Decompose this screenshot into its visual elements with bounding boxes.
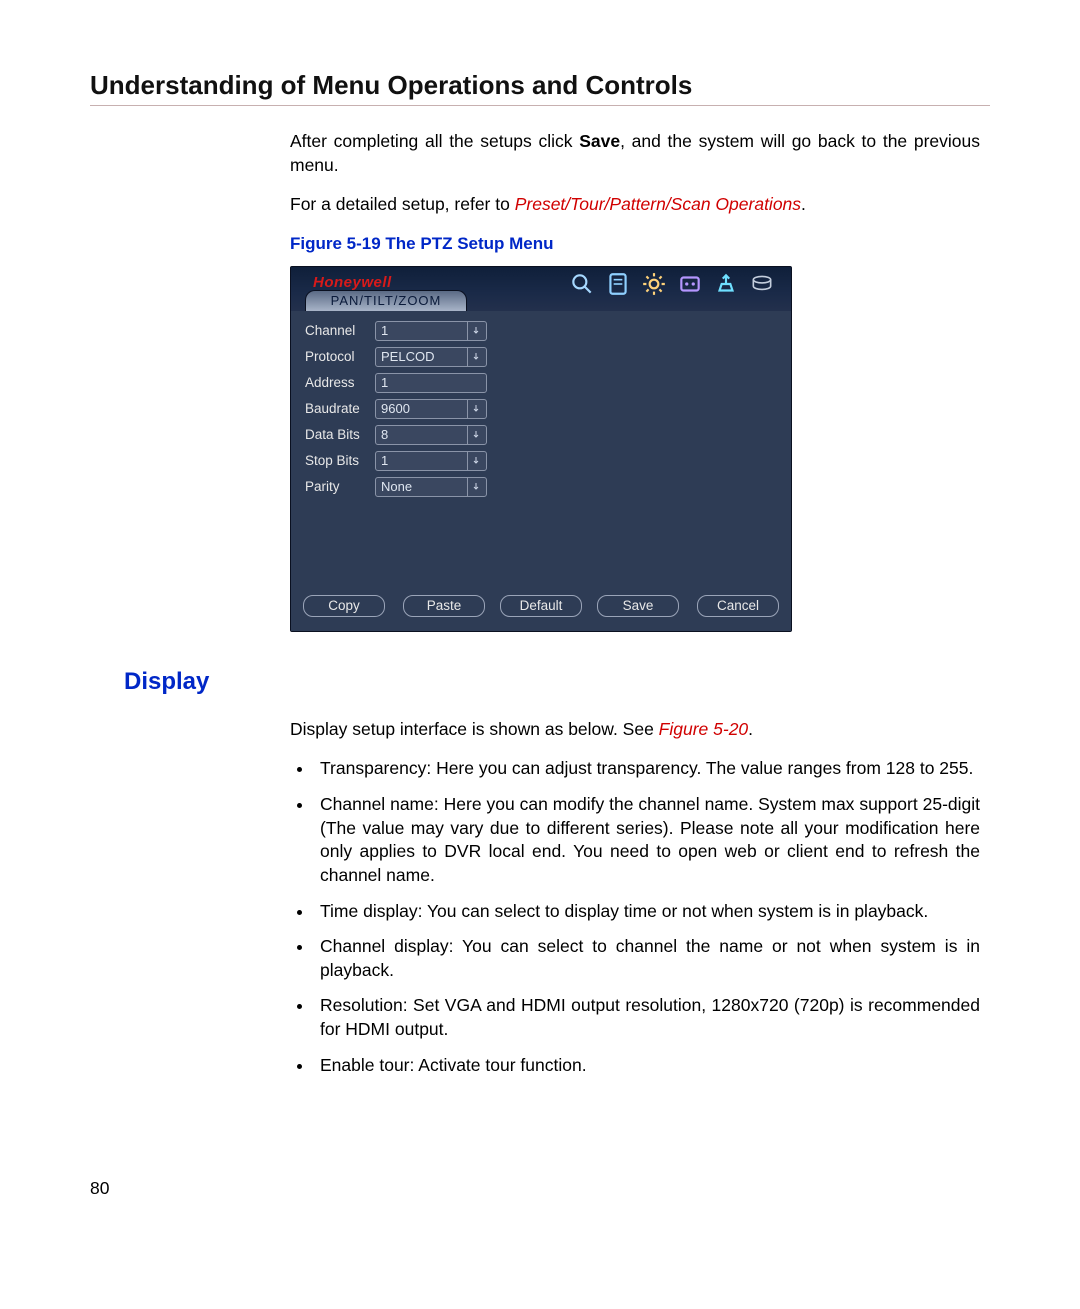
address-input[interactable]: 1 <box>375 373 487 393</box>
protocol-dropdown[interactable]: PELCOD <box>375 347 487 367</box>
baudrate-label: Baudrate <box>305 400 375 418</box>
chevron-down-icon[interactable] <box>467 348 486 366</box>
setting-icon[interactable] <box>639 269 669 299</box>
default-button[interactable]: Default <box>500 595 582 617</box>
search-icon[interactable] <box>567 269 597 299</box>
channel-dropdown[interactable]: 1 <box>375 321 487 341</box>
figure-caption: Figure 5-19 The PTZ Setup Menu <box>290 233 980 256</box>
parity-value: None <box>376 478 467 496</box>
chevron-down-icon[interactable] <box>467 452 486 470</box>
baudrate-dropdown[interactable]: 9600 <box>375 399 487 419</box>
databits-dropdown[interactable]: 8 <box>375 425 487 445</box>
chevron-down-icon[interactable] <box>467 400 486 418</box>
ptz-setup-menu: Honeywell PAN/TILT/ZOOM Channel 1 <box>290 266 792 632</box>
dvr-header: Honeywell PAN/TILT/ZOOM <box>291 267 791 311</box>
list-item: Channel display: You can select to chann… <box>314 935 980 982</box>
stopbits-value: 1 <box>376 452 467 470</box>
display-bullet-list: Transparency: Here you can adjust transp… <box>314 757 980 1077</box>
dvr-footer: Copy Paste Default Save Cancel <box>291 589 791 631</box>
address-label: Address <box>305 374 375 392</box>
info-icon[interactable] <box>603 269 633 299</box>
text: . <box>801 194 806 214</box>
stopbits-label: Stop Bits <box>305 452 375 470</box>
advanced-icon[interactable] <box>675 269 705 299</box>
display-intro: Display setup interface is shown as belo… <box>290 718 980 742</box>
page-title: Understanding of Menu Operations and Con… <box>90 70 990 106</box>
header-icon-row <box>567 269 777 299</box>
chevron-down-icon[interactable] <box>467 322 486 340</box>
chevron-down-icon[interactable] <box>467 478 486 496</box>
copy-button[interactable]: Copy <box>303 595 385 617</box>
text: After completing all the setups click <box>290 131 579 151</box>
list-item: Enable tour: Activate tour function. <box>314 1054 980 1078</box>
dvr-body: Channel 1 Protocol PELCOD Address <box>291 311 791 589</box>
shutdown-icon[interactable] <box>747 269 777 299</box>
baudrate-value: 9600 <box>376 400 467 418</box>
list-item: Time display: You can select to display … <box>314 900 980 924</box>
databits-value: 8 <box>376 426 467 444</box>
chevron-down-icon[interactable] <box>467 426 486 444</box>
text: Display setup interface is shown as belo… <box>290 719 659 739</box>
list-item: Transparency: Here you can adjust transp… <box>314 757 980 781</box>
intro-paragraph-1: After completing all the setups click Sa… <box>290 130 980 177</box>
preset-link: Preset/Tour/Pattern/Scan Operations <box>515 194 801 214</box>
figure-ref: Figure 5-20 <box>659 719 749 739</box>
cancel-button[interactable]: Cancel <box>697 595 779 617</box>
intro-paragraph-2: For a detailed setup, refer to Preset/To… <box>290 193 980 217</box>
paste-button[interactable]: Paste <box>403 595 485 617</box>
text: For a detailed setup, refer to <box>290 194 515 214</box>
stopbits-dropdown[interactable]: 1 <box>375 451 487 471</box>
page-number: 80 <box>90 1178 109 1199</box>
save-word: Save <box>579 131 620 151</box>
protocol-label: Protocol <box>305 348 375 366</box>
parity-dropdown[interactable]: None <box>375 477 487 497</box>
address-value: 1 <box>376 374 486 392</box>
parity-label: Parity <box>305 478 375 496</box>
channel-label: Channel <box>305 322 375 340</box>
save-button[interactable]: Save <box>597 595 679 617</box>
list-item: Resolution: Set VGA and HDMI output reso… <box>314 994 980 1041</box>
backup-icon[interactable] <box>711 269 741 299</box>
channel-value: 1 <box>376 322 467 340</box>
protocol-value: PELCOD <box>376 348 467 366</box>
databits-label: Data Bits <box>305 426 375 444</box>
section-display: Display <box>124 668 990 696</box>
list-item: Channel name: Here you can modify the ch… <box>314 793 980 888</box>
tab-pan-tilt-zoom[interactable]: PAN/TILT/ZOOM <box>305 290 467 311</box>
text: . <box>748 719 753 739</box>
